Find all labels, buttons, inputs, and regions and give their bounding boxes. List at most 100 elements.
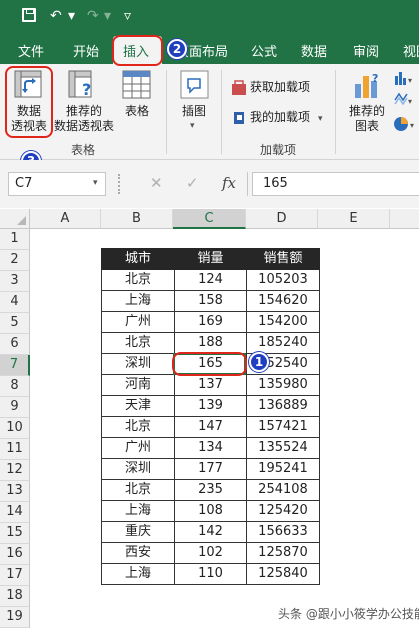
cell-sales-amount[interactable]: 105203 <box>246 269 320 291</box>
cell-city[interactable]: 上海 <box>101 500 175 522</box>
cell-sales-qty[interactable]: 158 <box>174 290 247 312</box>
cell-sales-amount[interactable]: 136889 <box>246 395 320 417</box>
row-header[interactable]: 12 <box>0 460 30 481</box>
cell-sales-amount[interactable]: 125420 <box>246 500 320 522</box>
header-city[interactable]: 城市 <box>101 248 175 270</box>
column-header-a[interactable]: A <box>30 209 101 229</box>
cell-sales-qty[interactable]: 177 <box>174 458 247 480</box>
cell-sales-qty[interactable]: 169 <box>174 311 247 333</box>
cell-city[interactable]: 河南 <box>101 374 175 396</box>
cell-sales-amount[interactable]: 185240 <box>246 332 320 354</box>
name-box-dropdown-icon[interactable]: ▾ <box>93 178 98 188</box>
cell-city[interactable]: 北京 <box>101 416 175 438</box>
cell-sales-amount[interactable]: 254108 <box>246 479 320 501</box>
tab-home[interactable]: 开始 <box>73 41 99 60</box>
undo-icon[interactable]: ↶ <box>50 8 62 24</box>
cancel-icon[interactable]: ✕ <box>150 174 163 192</box>
name-box[interactable]: C7 <box>8 172 106 196</box>
group-tables-label: 表格 <box>71 143 96 157</box>
cell-city[interactable]: 西安 <box>101 542 175 564</box>
header-sales-amount[interactable]: 销售额 <box>246 248 320 270</box>
row-header[interactable]: 8 <box>0 376 30 397</box>
cell-sales-qty[interactable]: 188 <box>174 332 247 354</box>
row-header[interactable]: 3 <box>0 271 30 292</box>
undo-dropdown-icon[interactable]: ▾ <box>68 8 75 24</box>
cell-city[interactable]: 重庆 <box>101 521 175 543</box>
redo-icon[interactable]: ↷ <box>87 8 99 24</box>
cell-sales-qty[interactable]: 137 <box>174 374 247 396</box>
row-header[interactable]: 19 <box>0 607 30 628</box>
row-header[interactable]: 16 <box>0 544 30 565</box>
get-addins-button[interactable]: 获取加载项 <box>250 80 310 95</box>
cell-city[interactable]: 上海 <box>101 290 175 312</box>
save-icon[interactable] <box>22 8 36 22</box>
cell-city[interactable]: 北京 <box>101 269 175 291</box>
select-all-corner[interactable] <box>0 209 30 229</box>
cell-sales-amount[interactable]: 135524 <box>246 437 320 459</box>
column-header-c[interactable]: C <box>173 209 246 229</box>
cell-sales-amount[interactable]: 125870 <box>246 542 320 564</box>
table-button[interactable]: 表格 <box>122 104 152 119</box>
cell-sales-qty[interactable]: 110 <box>174 563 247 585</box>
cell-city[interactable]: 天津 <box>101 395 175 417</box>
formula-input[interactable]: 165 <box>252 172 419 196</box>
row-header[interactable]: 1 <box>0 229 30 250</box>
cell-sales-amount[interactable]: 157421 <box>246 416 320 438</box>
illustrations-dropdown-icon[interactable]: ▾ <box>190 119 195 134</box>
cell-sales-qty[interactable]: 139 <box>174 395 247 417</box>
tab-data[interactable]: 数据 <box>301 41 327 60</box>
cell-sales-amount[interactable]: 195241 <box>246 458 320 480</box>
cell-city[interactable]: 深圳 <box>101 458 175 480</box>
table-row: 广州 169 154200 <box>101 311 320 333</box>
cell-sales-qty[interactable]: 147 <box>174 416 247 438</box>
insert-function-icon[interactable]: fx <box>222 174 236 192</box>
cell-sales-amount[interactable]: 135980 <box>246 374 320 396</box>
cell-sales-qty[interactable]: 124 <box>174 269 247 291</box>
cell-sales-amount[interactable]: 154620 <box>246 290 320 312</box>
my-addins-button[interactable]: 我的加载项 <box>250 110 310 125</box>
customize-toolbar-icon[interactable]: ▿ <box>124 8 131 24</box>
cell-sales-qty[interactable]: 108 <box>174 500 247 522</box>
cell-sales-qty[interactable]: 102 <box>174 542 247 564</box>
cell-sales-qty[interactable]: 134 <box>174 437 247 459</box>
row-header[interactable]: 6 <box>0 334 30 355</box>
cell-sales-qty[interactable]: 235 <box>174 479 247 501</box>
row-header[interactable]: 2 <box>0 250 30 271</box>
row-header[interactable]: 14 <box>0 502 30 523</box>
column-header-b[interactable]: B <box>101 209 173 229</box>
row-header[interactable]: 18 <box>0 586 30 607</box>
my-addins-dropdown-icon[interactable]: ▾ <box>318 112 323 127</box>
row-header[interactable]: 13 <box>0 481 30 502</box>
column-header-f[interactable] <box>390 209 419 229</box>
cell-sales-qty[interactable]: 142 <box>174 521 247 543</box>
row-header[interactable]: 7 <box>0 355 30 376</box>
illustrations-button[interactable]: 插图 <box>178 104 210 119</box>
row-header[interactable]: 17 <box>0 565 30 586</box>
cell-city[interactable]: 北京 <box>101 479 175 501</box>
cell-sales-amount[interactable]: 154200 <box>246 311 320 333</box>
row-header[interactable]: 15 <box>0 523 30 544</box>
column-header-d[interactable]: D <box>246 209 318 229</box>
row-header[interactable]: 5 <box>0 313 30 334</box>
cell-city[interactable]: 广州 <box>101 437 175 459</box>
tab-formulas[interactable]: 公式 <box>251 41 277 60</box>
row-header[interactable]: 9 <box>0 397 30 418</box>
row-header[interactable]: 4 <box>0 292 30 313</box>
column-header-e[interactable]: E <box>318 209 390 229</box>
tab-file[interactable]: 文件 <box>18 41 44 60</box>
cell-city[interactable]: 广州 <box>101 311 175 333</box>
recommended-charts-button[interactable]: 推荐的 图表 <box>346 104 388 134</box>
row-header[interactable]: 11 <box>0 439 30 460</box>
tab-review[interactable]: 审阅 <box>353 41 379 60</box>
row-header[interactable]: 10 <box>0 418 30 439</box>
cell-city[interactable]: 北京 <box>101 332 175 354</box>
redo-dropdown-icon[interactable]: ▾ <box>104 8 111 24</box>
cell-city[interactable]: 上海 <box>101 563 175 585</box>
enter-icon[interactable]: ✓ <box>186 174 199 192</box>
cell-city[interactable]: 深圳 <box>101 353 175 375</box>
tab-view[interactable]: 视图 <box>403 41 419 60</box>
cell-sales-amount[interactable]: 125840 <box>246 563 320 585</box>
recommended-pivot-button[interactable]: 推荐的 数据透视表 <box>53 104 115 134</box>
header-sales-qty[interactable]: 销量 <box>174 248 247 270</box>
cell-sales-amount[interactable]: 156633 <box>246 521 320 543</box>
